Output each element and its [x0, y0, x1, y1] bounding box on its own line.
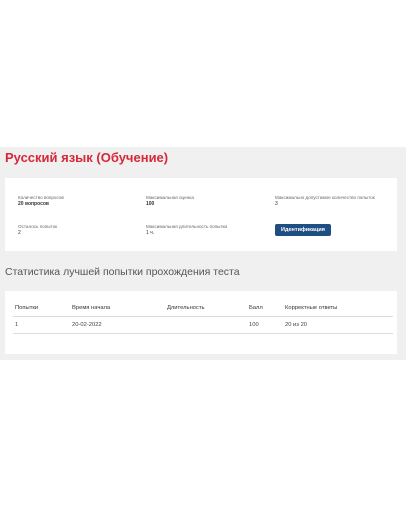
questions-count-label: Количество вопросов — [18, 195, 64, 200]
identification-button[interactable]: Идентификация — [275, 224, 331, 236]
max-attempts-value: 3 — [275, 201, 278, 207]
stats-table: Попытки Время начала Длительность Балл К… — [5, 291, 397, 354]
cell-start-time: 20-02-2022 — [72, 322, 102, 328]
questions-count-value: 20 вопросов — [18, 201, 49, 207]
attempts-left-value: 2 — [18, 230, 21, 236]
cell-attempt: 1 — [15, 322, 19, 328]
max-attempts-label: Максимально допустимое количество попыто… — [275, 195, 375, 200]
stats-section-title: Статистика лучшей попытки прохождения те… — [5, 266, 240, 278]
attempts-left-field: Осталось попыток 2 — [18, 224, 57, 236]
column-header-start-time: Время начала — [72, 305, 111, 311]
max-duration-value: 1 ч. — [146, 230, 155, 236]
max-attempts-field: Максимально допустимое количество попыто… — [275, 195, 375, 207]
table-row-divider — [13, 333, 393, 334]
page-title: Русский язык (Обучение) — [5, 150, 169, 165]
cell-score: 100 — [249, 322, 259, 328]
column-header-correct-answers: Корректные ответы — [285, 305, 338, 311]
max-score-field: Максимальная оценка 100 — [146, 195, 194, 207]
column-header-duration: Длительность — [167, 305, 205, 311]
column-header-score: Балл — [249, 305, 263, 311]
max-score-label: Максимальная оценка — [146, 195, 194, 200]
max-score-value: 100 — [146, 201, 155, 207]
max-duration-label: Максимальная длительность попытки — [146, 224, 228, 229]
cell-correct-answers: 20 из 20 — [285, 322, 308, 328]
max-duration-field: Максимальная длительность попытки 1 ч. — [146, 224, 227, 236]
attempts-left-label: Осталось попыток — [18, 224, 58, 229]
test-info-card: Количество вопросов 20 вопросов Максимал… — [5, 178, 397, 251]
table-header-divider — [13, 316, 393, 317]
column-header-attempts: Попытки — [15, 305, 39, 311]
questions-count-field: Количество вопросов 20 вопросов — [18, 195, 64, 207]
